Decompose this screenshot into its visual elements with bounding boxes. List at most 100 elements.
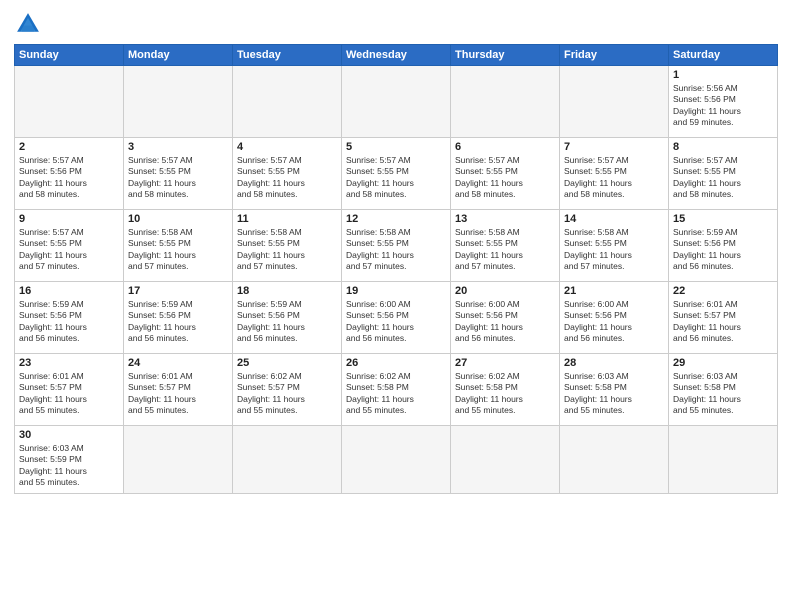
calendar-cell: 25Sunrise: 6:02 AM Sunset: 5:57 PM Dayli…: [233, 354, 342, 426]
day-number: 4: [237, 141, 337, 153]
calendar-cell: 26 Sunrise: 6:02 AM Sunset: 5:58 PM Dayli…: [342, 354, 451, 426]
weekday-header: Thursday: [451, 45, 560, 66]
day-info: Sunrise: 5:58 AM Sunset: 5:55 PM Dayligh…: [564, 227, 664, 273]
weekday-header: Friday: [560, 45, 669, 66]
weekday-header: Monday: [124, 45, 233, 66]
calendar-cell: 14 Sunrise: 5:58 AM Sunset: 5:55 PM Dayli…: [560, 210, 669, 282]
header: [14, 10, 778, 38]
weekday-header: Wednesday: [342, 45, 451, 66]
day-number: 17: [128, 285, 228, 297]
calendar-cell: [124, 66, 233, 138]
day-info: Sunrise: 5:57 AM Sunset: 5:55 PM Dayligh…: [455, 155, 555, 201]
day-number: 18: [237, 285, 337, 297]
weekday-header: Saturday: [669, 45, 778, 66]
day-info: Sunrise: 6:00 AM Sunset: 5:56 PM Dayligh…: [455, 299, 555, 345]
day-info: Sunrise: 6:00 AM Sunset: 5:56 PM Dayligh…: [564, 299, 664, 345]
calendar-cell: 13 Sunrise: 5:58 AM Sunset: 5:55 PM Dayli…: [451, 210, 560, 282]
day-number: 13: [455, 213, 555, 225]
day-number: 23: [19, 357, 119, 369]
calendar-cell: 18 Sunrise: 5:59 AM Sunset: 5:56 PM Dayli…: [233, 282, 342, 354]
calendar-cell: 27 Sunrise: 6:02 AM Sunset: 5:58 PM Dayli…: [451, 354, 560, 426]
day-info: Sunrise: 5:57 AM Sunset: 5:55 PM Dayligh…: [346, 155, 446, 201]
day-number: 5: [346, 141, 446, 153]
day-number: 2: [19, 141, 119, 153]
day-number: 24: [128, 357, 228, 369]
calendar-cell: [233, 66, 342, 138]
calendar-cell: 2 Sunrise: 5:57 AM Sunset: 5:56 PM Daylig…: [15, 138, 124, 210]
calendar-cell: [451, 426, 560, 494]
day-info: Sunrise: 6:00 AM Sunset: 5:56 PM Dayligh…: [346, 299, 446, 345]
calendar-cell: [233, 426, 342, 494]
weekday-header: Sunday: [15, 45, 124, 66]
calendar-cell: 3Sunrise: 5:57 AM Sunset: 5:55 PM Daylig…: [124, 138, 233, 210]
calendar-cell: [451, 66, 560, 138]
day-number: 27: [455, 357, 555, 369]
day-number: 19: [346, 285, 446, 297]
day-info: Sunrise: 6:03 AM Sunset: 5:59 PM Dayligh…: [19, 443, 119, 489]
calendar-cell: 22 Sunrise: 6:01 AM Sunset: 5:57 PM Dayli…: [669, 282, 778, 354]
calendar-cell: [342, 66, 451, 138]
calendar-cell: 5 Sunrise: 5:57 AM Sunset: 5:55 PM Daylig…: [342, 138, 451, 210]
day-info: Sunrise: 5:59 AM Sunset: 5:56 PM Dayligh…: [237, 299, 337, 345]
calendar-cell: [124, 426, 233, 494]
calendar-cell: 9 Sunrise: 5:57 AM Sunset: 5:55 PM Daylig…: [15, 210, 124, 282]
calendar-cell: 15Sunrise: 5:59 AM Sunset: 5:56 PM Dayli…: [669, 210, 778, 282]
calendar-cell: 20Sunrise: 6:00 AM Sunset: 5:56 PM Dayli…: [451, 282, 560, 354]
calendar-cell: [342, 426, 451, 494]
day-number: 22: [673, 285, 773, 297]
calendar-cell: 28Sunrise: 6:03 AM Sunset: 5:58 PM Dayli…: [560, 354, 669, 426]
day-number: 26: [346, 357, 446, 369]
calendar-cell: 21 Sunrise: 6:00 AM Sunset: 5:56 PM Dayli…: [560, 282, 669, 354]
calendar-cell: 4 Sunrise: 5:57 AM Sunset: 5:55 PM Daylig…: [233, 138, 342, 210]
day-number: 29: [673, 357, 773, 369]
calendar-week-row: 9 Sunrise: 5:57 AM Sunset: 5:55 PM Daylig…: [15, 210, 778, 282]
day-info: Sunrise: 6:01 AM Sunset: 5:57 PM Dayligh…: [673, 299, 773, 345]
day-number: 9: [19, 213, 119, 225]
day-number: 30: [19, 429, 119, 441]
day-info: Sunrise: 5:59 AM Sunset: 5:56 PM Dayligh…: [128, 299, 228, 345]
day-number: 28: [564, 357, 664, 369]
day-number: 7: [564, 141, 664, 153]
day-number: 11: [237, 213, 337, 225]
day-info: Sunrise: 5:57 AM Sunset: 5:56 PM Dayligh…: [19, 155, 119, 201]
calendar-cell: 29 Sunrise: 6:03 AM Sunset: 5:58 PM Dayli…: [669, 354, 778, 426]
logo: [14, 10, 46, 38]
calendar-cell: [560, 426, 669, 494]
day-number: 21: [564, 285, 664, 297]
calendar-table: SundayMondayTuesdayWednesdayThursdayFrid…: [14, 44, 778, 494]
day-info: Sunrise: 6:03 AM Sunset: 5:58 PM Dayligh…: [673, 371, 773, 417]
day-info: Sunrise: 5:57 AM Sunset: 5:55 PM Dayligh…: [237, 155, 337, 201]
calendar-cell: 7 Sunrise: 5:57 AM Sunset: 5:55 PM Daylig…: [560, 138, 669, 210]
calendar-week-row: 30 Sunrise: 6:03 AM Sunset: 5:59 PM Dayli…: [15, 426, 778, 494]
day-info: Sunrise: 5:59 AM Sunset: 5:56 PM Dayligh…: [19, 299, 119, 345]
calendar-cell: 6 Sunrise: 5:57 AM Sunset: 5:55 PM Daylig…: [451, 138, 560, 210]
day-info: Sunrise: 5:56 AM Sunset: 5:56 PM Dayligh…: [673, 83, 773, 129]
day-number: 15: [673, 213, 773, 225]
day-number: 14: [564, 213, 664, 225]
calendar-cell: 8Sunrise: 5:57 AM Sunset: 5:55 PM Daylig…: [669, 138, 778, 210]
calendar-cell: 1 Sunrise: 5:56 AM Sunset: 5:56 PM Daylig…: [669, 66, 778, 138]
day-info: Sunrise: 5:58 AM Sunset: 5:55 PM Dayligh…: [128, 227, 228, 273]
calendar-week-row: 2 Sunrise: 5:57 AM Sunset: 5:56 PM Daylig…: [15, 138, 778, 210]
day-info: Sunrise: 5:58 AM Sunset: 5:55 PM Dayligh…: [346, 227, 446, 273]
day-number: 16: [19, 285, 119, 297]
day-info: Sunrise: 6:01 AM Sunset: 5:57 PM Dayligh…: [19, 371, 119, 417]
day-number: 1: [673, 69, 773, 81]
calendar-cell: 19 Sunrise: 6:00 AM Sunset: 5:56 PM Dayli…: [342, 282, 451, 354]
day-info: Sunrise: 6:02 AM Sunset: 5:58 PM Dayligh…: [455, 371, 555, 417]
calendar-cell: [669, 426, 778, 494]
calendar-cell: 11 Sunrise: 5:58 AM Sunset: 5:55 PM Dayli…: [233, 210, 342, 282]
day-info: Sunrise: 6:02 AM Sunset: 5:58 PM Dayligh…: [346, 371, 446, 417]
day-number: 12: [346, 213, 446, 225]
day-number: 6: [455, 141, 555, 153]
day-info: Sunrise: 5:58 AM Sunset: 5:55 PM Dayligh…: [237, 227, 337, 273]
day-info: Sunrise: 5:57 AM Sunset: 5:55 PM Dayligh…: [19, 227, 119, 273]
day-info: Sunrise: 5:57 AM Sunset: 5:55 PM Dayligh…: [564, 155, 664, 201]
day-number: 10: [128, 213, 228, 225]
calendar-cell: 30 Sunrise: 6:03 AM Sunset: 5:59 PM Dayli…: [15, 426, 124, 494]
calendar-cell: 17 Sunrise: 5:59 AM Sunset: 5:56 PM Dayli…: [124, 282, 233, 354]
day-info: Sunrise: 5:58 AM Sunset: 5:55 PM Dayligh…: [455, 227, 555, 273]
day-info: Sunrise: 5:57 AM Sunset: 5:55 PM Dayligh…: [673, 155, 773, 201]
calendar-cell: [560, 66, 669, 138]
logo-icon: [14, 10, 42, 38]
